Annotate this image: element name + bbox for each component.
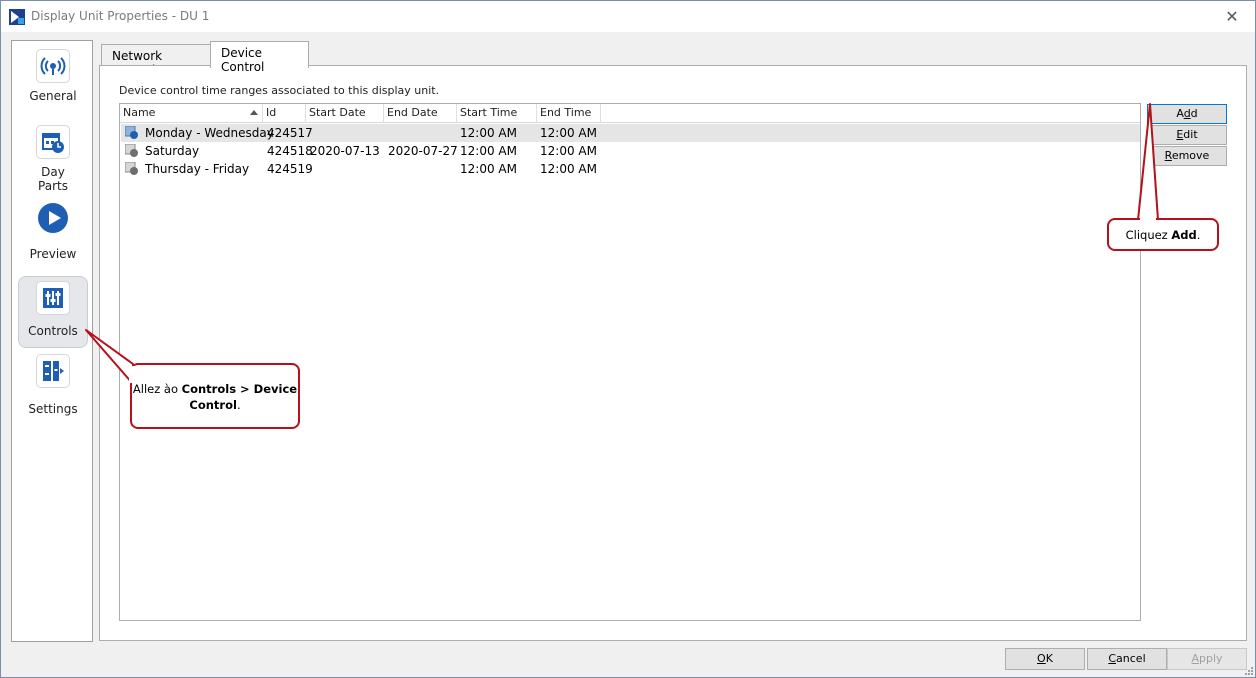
callout-bold-text: Controls > Device (181, 382, 298, 396)
callout-bold-text: Control (189, 398, 237, 412)
callout-text: . (236, 398, 241, 412)
tab-device-control[interactable]: Device Control (210, 41, 309, 74)
callout-bold-text: Add (1171, 228, 1197, 242)
callout-pointers (85, 103, 1159, 385)
callout-text: Cliquez (1125, 228, 1172, 242)
add-callout-pointer (1137, 103, 1159, 221)
callout-joint (129, 366, 135, 383)
controls-callout: Allez àο Controls > Device Control. (130, 363, 300, 429)
add-callout: Cliquez Add. (1107, 218, 1219, 251)
controls-callout-pointer (85, 329, 134, 385)
tab-label: Device Control (221, 46, 265, 74)
callout-text: . (1196, 228, 1201, 242)
callout-text: Allez àο (132, 382, 182, 396)
callout-joint (1140, 216, 1156, 221)
